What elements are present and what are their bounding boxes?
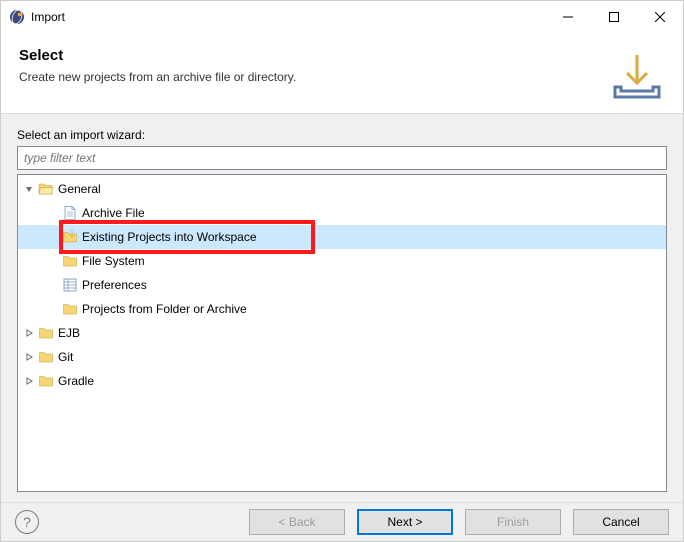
tree-category[interactable]: EJB (18, 321, 666, 345)
tree-item[interactable]: Archive File (18, 201, 666, 225)
button-bar: ? < Back Next > Finish Cancel (1, 502, 683, 541)
wizard-header: Select Create new projects from an archi… (1, 33, 683, 114)
back-button[interactable]: < Back (249, 509, 345, 535)
import-wizard-tree[interactable]: General Archive File Existing Projects int… (18, 175, 666, 491)
tree-category[interactable]: Gradle (18, 369, 666, 393)
tree-item-label: Projects from Folder or Archive (82, 302, 247, 316)
tree-item-label: Existing Projects into Workspace (82, 230, 257, 244)
expand-icon-closed[interactable] (22, 326, 36, 340)
tree-category[interactable]: General (18, 177, 666, 201)
tree-container: General Archive File Existing Projects int… (17, 174, 667, 492)
next-button[interactable]: Next > (357, 509, 453, 535)
help-button[interactable]: ? (15, 510, 39, 534)
tree-item[interactable]: Existing Projects into Workspace (18, 225, 666, 249)
tree-item[interactable]: File System (18, 249, 666, 273)
import-banner-icon (609, 47, 665, 103)
tree-category[interactable]: Git (18, 345, 666, 369)
expand-icon-open[interactable] (22, 182, 36, 196)
window-title: Import (31, 10, 65, 24)
tree-item-label: Gradle (58, 374, 94, 388)
finish-button[interactable]: Finish (465, 509, 561, 535)
maximize-button[interactable] (591, 1, 637, 33)
tree-item-label: Preferences (82, 278, 147, 292)
tree-item[interactable]: Projects from Folder or Archive (18, 297, 666, 321)
page-subtitle: Create new projects from an archive file… (19, 70, 599, 84)
filter-input[interactable] (17, 146, 667, 170)
tree-item-label: EJB (58, 326, 80, 340)
minimize-button[interactable] (545, 1, 591, 33)
wizard-select-label: Select an import wizard: (17, 128, 667, 142)
tree-item[interactable]: Preferences (18, 273, 666, 297)
tree-item-label: Archive File (82, 206, 145, 220)
content-area: Select an import wizard: General Archive … (1, 114, 683, 502)
tree-item-label: Git (58, 350, 73, 364)
tree-item-label: General (58, 182, 101, 196)
tree-item-label: File System (82, 254, 145, 268)
app-icon (9, 9, 25, 25)
expand-icon-closed[interactable] (22, 350, 36, 364)
expand-icon-closed[interactable] (22, 374, 36, 388)
titlebar: Import (1, 1, 683, 33)
cancel-button[interactable]: Cancel (573, 509, 669, 535)
close-button[interactable] (637, 1, 683, 33)
page-title: Select (19, 47, 599, 64)
